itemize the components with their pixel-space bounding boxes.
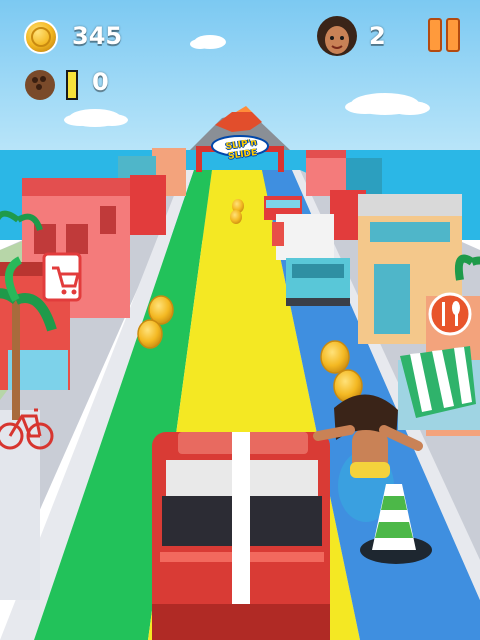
coconut-count: 0 <box>92 68 109 96</box>
coin-counter-icon <box>24 20 58 54</box>
shopping-cart-sign-icon <box>42 252 82 302</box>
coconut-icon <box>25 70 55 100</box>
red-car-obstacle <box>152 432 330 640</box>
coin-count: 345 <box>72 22 123 50</box>
coconut-meter <box>66 70 78 100</box>
pause-button[interactable] <box>424 16 464 56</box>
player-avatar-icon <box>317 16 357 56</box>
game-scene <box>0 0 480 640</box>
lives-count: 2 <box>369 22 386 50</box>
restaurant-sign-icon <box>428 292 472 336</box>
coin-icon <box>320 340 350 374</box>
coin-icon <box>137 319 163 349</box>
coin-icon <box>230 210 242 224</box>
